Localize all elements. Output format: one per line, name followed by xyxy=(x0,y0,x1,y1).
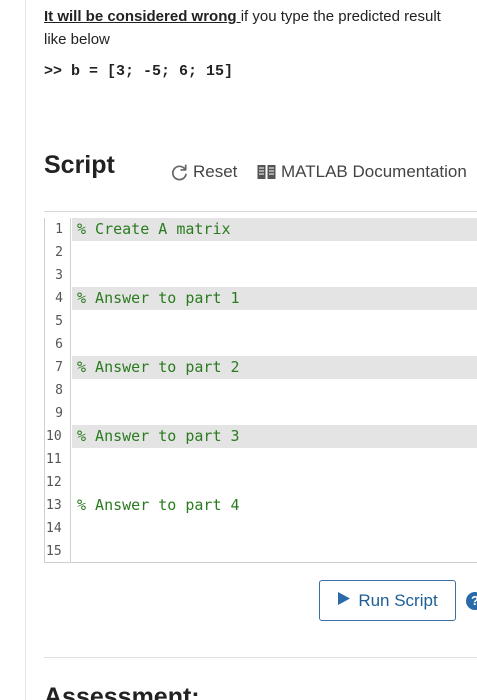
instructions-emphasis: It will be considered wrong xyxy=(44,8,241,25)
book-icon xyxy=(257,164,276,180)
run-script-label: Run Script xyxy=(358,590,438,610)
run-script-button[interactable]: Run Script xyxy=(319,580,456,621)
code-editor[interactable]: 1 % Create A matrix 2 3 4 % Answer to part 1 5… xyxy=(44,218,477,563)
code-text: % Answer to part 4 xyxy=(77,496,240,514)
editor-line[interactable]: 13 % Answer to part 4 xyxy=(45,494,477,517)
line-number: 13 xyxy=(46,498,62,513)
line-number: 9 xyxy=(55,406,63,421)
script-title: Script xyxy=(44,151,115,179)
reset-label: Reset xyxy=(193,162,238,181)
line-number: 7 xyxy=(55,360,63,375)
code-text: % Answer to part 1 xyxy=(77,289,240,307)
line-number: 10 xyxy=(46,429,62,444)
code-text: % Create A matrix xyxy=(77,220,231,238)
line-number: 11 xyxy=(46,452,62,467)
section-divider xyxy=(44,657,477,658)
help-icon[interactable]: ? xyxy=(466,592,477,610)
line-number: 15 xyxy=(46,544,62,559)
line-number: 2 xyxy=(55,245,63,260)
editor-line[interactable]: 9 xyxy=(45,402,477,425)
line-number: 8 xyxy=(55,383,63,398)
line-number: 14 xyxy=(46,521,62,536)
line-number: 3 xyxy=(55,268,63,283)
editor-line[interactable]: 11 xyxy=(45,448,477,471)
reset-button[interactable]: Reset xyxy=(170,162,237,182)
example-code: >> b = [3; -5; 6; 15] xyxy=(44,63,234,80)
editor-line[interactable]: 3 xyxy=(45,264,477,287)
line-number: 6 xyxy=(55,337,63,352)
editor-line[interactable]: 15 xyxy=(45,540,477,562)
editor-line[interactable]: 10 % Answer to part 3 xyxy=(45,425,477,448)
editor-line[interactable]: 7 % Answer to part 2 xyxy=(45,356,477,379)
editor-line[interactable]: 1 % Create A matrix xyxy=(45,218,477,241)
editor-line[interactable]: 4 % Answer to part 1 xyxy=(45,287,477,310)
reset-icon xyxy=(170,163,189,182)
editor-line[interactable]: 14 xyxy=(45,517,477,540)
line-number: 12 xyxy=(46,475,62,490)
line-number: 4 xyxy=(55,291,63,306)
editor-line[interactable]: 2 xyxy=(45,241,477,264)
editor-line[interactable]: 8 xyxy=(45,379,477,402)
code-text: % Answer to part 3 xyxy=(77,427,240,445)
editor-top-divider xyxy=(44,211,477,212)
matlab-documentation-link[interactable]: MATLAB Documentation xyxy=(257,162,467,182)
line-number: 1 xyxy=(55,222,63,237)
editor-line[interactable]: 5 xyxy=(45,310,477,333)
play-icon xyxy=(337,591,351,611)
docs-label: MATLAB Documentation xyxy=(281,162,467,181)
line-number: 5 xyxy=(55,314,63,329)
code-text: % Answer to part 2 xyxy=(77,358,240,376)
editor-line[interactable]: 12 xyxy=(45,471,477,494)
editor-line[interactable]: 6 xyxy=(45,333,477,356)
instructions-text: It will be considered wrong if you type … xyxy=(44,5,464,51)
assessment-heading: Assessment: xyxy=(44,683,200,700)
left-border xyxy=(25,0,26,700)
